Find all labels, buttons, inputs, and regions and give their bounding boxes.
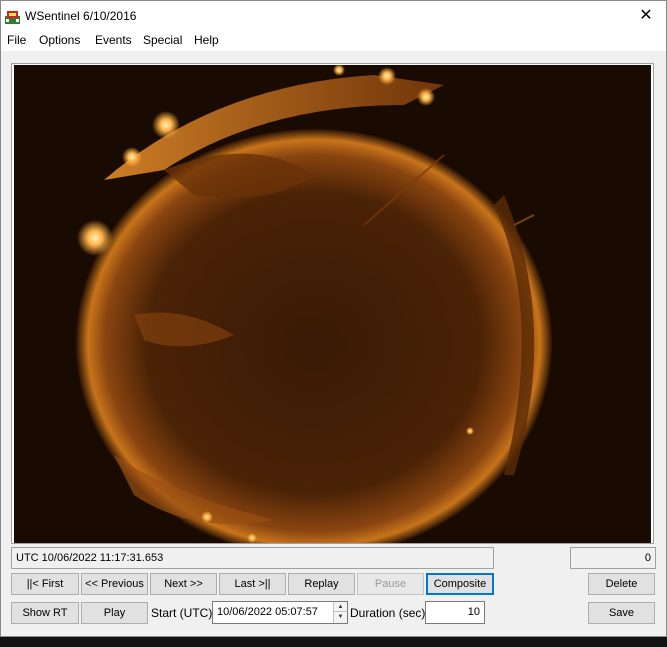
start-utc-input[interactable]: 10/06/2022 05:07:57 ▲ ▼ bbox=[212, 601, 348, 624]
title-bar[interactable]: WSentinel 6/10/2016 ✕ bbox=[1, 1, 666, 31]
frame-counter: 0 bbox=[570, 547, 656, 569]
start-utc-spinner[interactable]: ▲ ▼ bbox=[333, 602, 347, 623]
first-button[interactable]: ||< First bbox=[11, 573, 79, 595]
menu-options[interactable]: Options bbox=[38, 33, 81, 47]
menu-help[interactable]: Help bbox=[193, 33, 220, 47]
duration-label: Duration (sec): bbox=[350, 606, 429, 620]
composite-button[interactable]: Composite bbox=[426, 573, 494, 595]
show-rt-button[interactable]: Show RT bbox=[11, 602, 79, 624]
duration-input[interactable]: 10 bbox=[425, 601, 485, 624]
pause-button[interactable]: Pause bbox=[357, 573, 424, 595]
last-button[interactable]: Last >|| bbox=[219, 573, 286, 595]
sky-camera-image bbox=[14, 65, 651, 543]
menu-bar: File Options Events Special Help bbox=[1, 31, 666, 51]
replay-button[interactable]: Replay bbox=[288, 573, 355, 595]
previous-button[interactable]: << Previous bbox=[81, 573, 148, 595]
app-icon bbox=[5, 11, 20, 24]
window-title: WSentinel 6/10/2016 bbox=[25, 9, 137, 23]
start-utc-value: 10/06/2022 05:07:57 bbox=[217, 606, 318, 618]
start-utc-label: Start (UTC): bbox=[151, 606, 216, 620]
app-window: WSentinel 6/10/2016 ✕ File Options Event… bbox=[0, 0, 667, 637]
menu-file[interactable]: File bbox=[6, 33, 27, 47]
menu-events[interactable]: Events bbox=[94, 33, 133, 47]
play-button[interactable]: Play bbox=[81, 602, 148, 624]
next-button[interactable]: Next >> bbox=[150, 573, 217, 595]
spin-up-icon[interactable]: ▲ bbox=[334, 602, 347, 612]
save-button[interactable]: Save bbox=[588, 602, 655, 624]
delete-button[interactable]: Delete bbox=[588, 573, 655, 595]
close-icon[interactable]: ✕ bbox=[626, 1, 666, 31]
image-frame bbox=[11, 63, 654, 544]
spin-down-icon[interactable]: ▼ bbox=[334, 612, 347, 622]
menu-special[interactable]: Special bbox=[142, 33, 183, 47]
timestamp-display: UTC 10/06/2022 11:17:31.653 bbox=[11, 547, 494, 569]
